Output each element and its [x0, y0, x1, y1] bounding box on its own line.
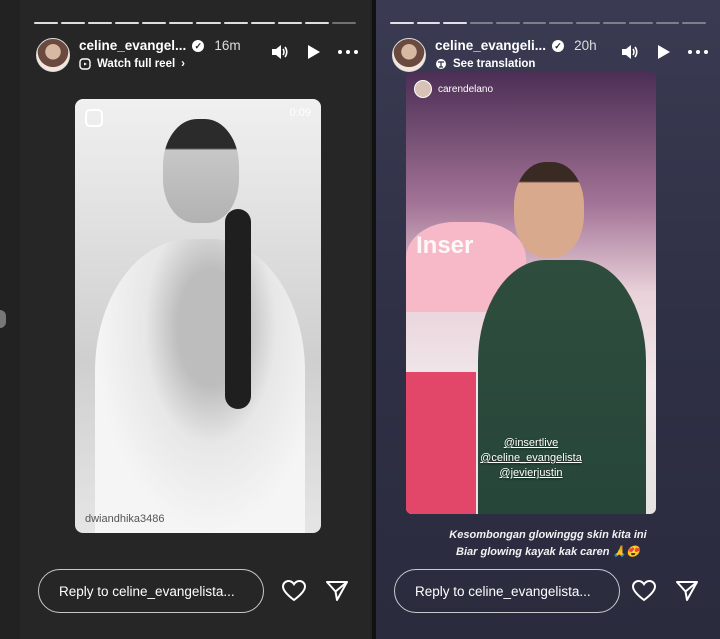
verified-badge-icon: ✓: [192, 39, 205, 52]
progress-bar: [34, 22, 356, 24]
avatar[interactable]: [36, 38, 70, 72]
story-card-left: celine_evangel... ✓ 16m Watch full reel …: [20, 0, 370, 639]
story-media-photo[interactable]: 0:09 dwiandhika3486: [75, 99, 321, 533]
avatar: [414, 80, 432, 98]
caption-line: Biar glowing kayak kak caren 🙏😍: [456, 546, 640, 558]
reply-input[interactable]: Reply to celine_evangelista...: [38, 569, 264, 613]
story-footer: Reply to celine_evangelista...: [394, 568, 702, 614]
mention-tag[interactable]: @celine_evangelista: [480, 452, 582, 464]
watch-full-reel-link[interactable]: Watch full reel ›: [79, 58, 241, 70]
send-icon[interactable]: [676, 580, 698, 602]
video-duration: 0:09: [289, 107, 311, 119]
watch-full-reel-label: Watch full reel: [97, 58, 176, 70]
more-horizontal-icon[interactable]: [688, 44, 708, 60]
mention-tag[interactable]: @jevierjustin: [499, 467, 562, 479]
avatar[interactable]: [392, 38, 426, 72]
username[interactable]: celine_evangeli...: [435, 38, 546, 53]
studio-sign-text: Inser: [416, 232, 474, 259]
play-icon[interactable]: [304, 44, 324, 60]
timestamp: 16m: [214, 38, 241, 53]
reposted-username: carendelano: [438, 83, 494, 95]
heart-icon[interactable]: [632, 580, 656, 602]
photo-subject-dress: [95, 239, 305, 533]
reposted-from[interactable]: carendelano: [414, 80, 493, 98]
story-caption: Kesombongan glowinggg skin kita ini Biar…: [376, 527, 720, 561]
story-media-video[interactable]: Inser carendelano @insertlive @celine_ev…: [406, 72, 656, 514]
see-translation-link[interactable]: See translation: [435, 58, 597, 70]
send-icon[interactable]: [326, 580, 348, 602]
caption-line: Kesombongan glowinggg skin kita ini: [449, 529, 647, 541]
reel-icon: [79, 58, 91, 70]
stories-viewer: celine_evangel... ✓ 16m Watch full reel …: [0, 0, 720, 639]
reel-icon: [85, 109, 103, 127]
photo-subject-face: [163, 119, 239, 223]
translate-icon: [436, 59, 446, 69]
timestamp: 20h: [574, 38, 597, 53]
see-translation-label: See translation: [453, 58, 536, 70]
speaker-icon[interactable]: [270, 44, 290, 60]
story-header: celine_evangel... ✓ 16m Watch full reel …: [36, 38, 358, 76]
photo-subject-hair: [225, 209, 251, 409]
progress-bar: [390, 22, 706, 24]
chevron-right-icon: ›: [181, 58, 186, 70]
video-subject-face: [514, 162, 584, 258]
more-horizontal-icon[interactable]: [338, 44, 358, 60]
speaker-icon[interactable]: [620, 44, 640, 60]
mention-tag[interactable]: @insertlive: [504, 437, 559, 449]
verified-badge-icon: ✓: [552, 39, 565, 52]
heart-icon[interactable]: [282, 580, 306, 602]
story-card-right: celine_evangeli... ✓ 20h See translation: [376, 0, 720, 639]
mention-tags: @insertlive @celine_evangelista @jevierj…: [406, 437, 656, 479]
reply-input[interactable]: Reply to celine_evangelista...: [394, 569, 620, 613]
username[interactable]: celine_evangel...: [79, 38, 186, 53]
story-header: celine_evangeli... ✓ 20h See translation: [392, 38, 708, 76]
photo-credit: dwiandhika3486: [85, 513, 165, 525]
play-icon[interactable]: [654, 44, 674, 60]
previous-story-handle[interactable]: [0, 310, 6, 328]
story-footer: Reply to celine_evangelista...: [38, 568, 352, 614]
